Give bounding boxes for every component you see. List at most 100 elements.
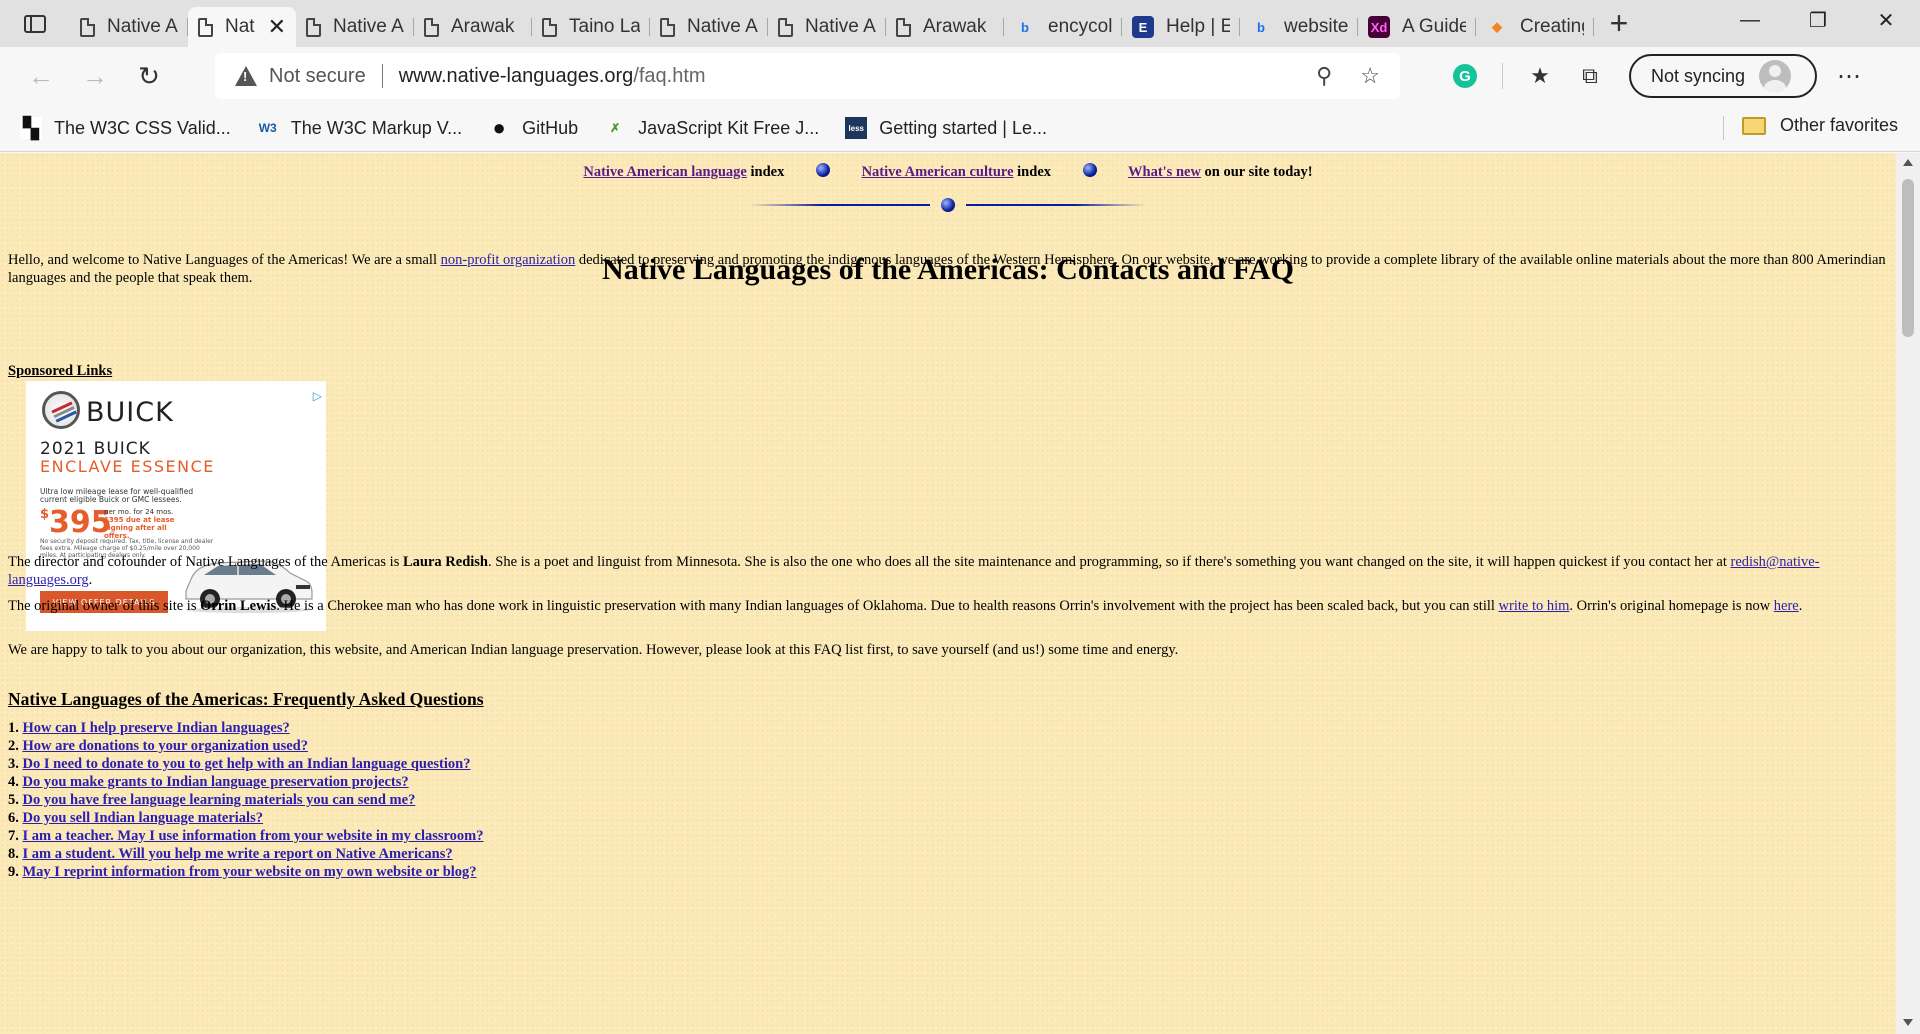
grammarly-extension-button[interactable]: G: [1440, 56, 1490, 96]
faq-item: 5. Do you have free language learning ma…: [8, 791, 484, 809]
adchoices-icon[interactable]: ▷: [313, 389, 322, 403]
document-icon: [424, 17, 439, 37]
owner-text-end: .: [1798, 598, 1803, 614]
security-label[interactable]: Not secure: [269, 65, 366, 88]
faq-number: 1.: [8, 720, 19, 736]
warning-icon[interactable]: [235, 66, 257, 86]
tab-label: Native A: [687, 16, 758, 37]
faq-question-link[interactable]: I am a teacher. May I use information fr…: [23, 828, 484, 844]
culture-index-link[interactable]: Native American culture: [862, 164, 1014, 180]
bing-icon: b: [1257, 19, 1265, 35]
new-tab-button[interactable]: +: [1594, 0, 1644, 47]
bookmark-1[interactable]: W3 The W3C Markup V...: [257, 117, 462, 139]
back-button[interactable]: ←: [14, 56, 68, 96]
add-favorite-icon[interactable]: ☆: [1360, 63, 1380, 89]
tab-10[interactable]: b website: [1240, 7, 1358, 47]
other-favorites-label: Other favorites: [1779, 115, 1898, 135]
tab-12[interactable]: ◆ Creating: [1476, 7, 1594, 47]
address-bar[interactable]: Not secure www.native-languages.org/faq.…: [215, 53, 1400, 99]
ad-price-terms: per mo. for 24 mos. $395 due at lease sig…: [104, 508, 184, 540]
scroll-up-arrow-icon[interactable]: [1903, 159, 1913, 166]
w3c-icon: W3: [258, 121, 277, 135]
blue-bullet-icon: [1082, 163, 1097, 177]
tab-2[interactable]: Native A: [296, 7, 414, 47]
url-host[interactable]: www.native-languages.org: [399, 65, 634, 88]
tab-label: Taino La: [569, 16, 640, 37]
faq-question-link[interactable]: Do you have free language learning mater…: [23, 792, 416, 808]
tab-3[interactable]: Arawak: [414, 7, 532, 47]
faq-question-link[interactable]: Do you make grants to Indian language pr…: [23, 774, 409, 790]
restore-button[interactable]: ❐: [1784, 0, 1852, 40]
ad-model-name: ENCLAVE ESSENCE: [40, 457, 215, 476]
director-name: Laura Redish: [402, 554, 488, 570]
faq-question-link[interactable]: May I reprint information from your webs…: [23, 864, 477, 880]
favorites-button[interactable]: ★: [1515, 56, 1565, 96]
address-separator: [381, 64, 383, 88]
profile-sync-button[interactable]: Not syncing: [1629, 54, 1817, 98]
buick-logo-icon: [42, 391, 80, 429]
other-favorites[interactable]: Other favorites: [1741, 115, 1898, 136]
forward-button[interactable]: →: [68, 56, 122, 96]
flame-icon: ◆: [1492, 19, 1502, 34]
tab-label: website: [1284, 16, 1348, 37]
tab-actions-button[interactable]: [0, 0, 70, 47]
scroll-down-arrow-icon[interactable]: [1903, 1019, 1913, 1026]
tab-8[interactable]: b encycol: [1004, 7, 1122, 47]
tab-7[interactable]: Arawak: [886, 7, 1004, 47]
contact-paragraph: We are happy to talk to you about our or…: [8, 642, 1179, 658]
url-path[interactable]: /faq.htm: [633, 65, 705, 88]
whats-new-link[interactable]: What's new: [1128, 164, 1201, 180]
bookmark-4[interactable]: less Getting started | Le...: [845, 117, 1047, 139]
faq-item: 8. I am a student. Will you help me writ…: [8, 845, 484, 863]
tab-6[interactable]: Native A: [768, 7, 886, 47]
favorites-icon: ★: [1530, 63, 1550, 88]
toolbar-separator: [1502, 63, 1503, 89]
homepage-here-link[interactable]: here: [1774, 598, 1799, 614]
document-icon: [660, 17, 675, 37]
language-index-link[interactable]: Native American language: [583, 164, 747, 180]
director-text: The director and cofounder of Native Lan…: [8, 554, 403, 570]
close-window-button[interactable]: ✕: [1852, 0, 1920, 40]
tab-0[interactable]: Native A: [70, 7, 188, 47]
page-content: Native American language index Native Am…: [0, 153, 1896, 1034]
tab-1[interactable]: Nat ✕: [188, 7, 296, 47]
write-to-him-link[interactable]: write to him: [1499, 598, 1570, 614]
ad-price-value: 395: [49, 505, 112, 540]
faq-question-link[interactable]: I am a student. Will you help me write a…: [23, 846, 453, 862]
w3c-css-icon: ▚: [20, 117, 42, 140]
bookmark-0[interactable]: ▚ The W3C CSS Valid...: [20, 117, 231, 140]
faq-number: 2.: [8, 738, 19, 754]
blue-bullet-icon: [941, 198, 955, 212]
tab-4[interactable]: Taino La: [532, 7, 650, 47]
tab-strip: Native A Nat ✕ Native A Arawak Taino La Native…: [0, 0, 1920, 47]
faq-item: 2. How are donations to your organizatio…: [8, 737, 484, 755]
tab-5[interactable]: Native A: [650, 7, 768, 47]
faq-question-link[interactable]: Do you sell Indian language materials?: [23, 810, 263, 826]
document-icon: [896, 17, 911, 37]
avatar: [1759, 60, 1792, 92]
page-scrollbar[interactable]: [1896, 153, 1920, 1034]
document-icon: [80, 17, 95, 37]
tab-label: Native A: [333, 16, 404, 37]
faq-number: 4.: [8, 774, 19, 790]
close-tab-icon[interactable]: ✕: [268, 14, 286, 40]
collections-button[interactable]: ⧉: [1565, 56, 1615, 96]
tab-label: A Guide: [1402, 16, 1466, 37]
zoom-icon[interactable]: ⚲: [1316, 63, 1332, 89]
github-icon: ●: [492, 115, 506, 140]
faq-question-link[interactable]: Do I need to donate to you to get help w…: [23, 756, 471, 772]
faq-question-link[interactable]: How are donations to your organization u…: [23, 738, 308, 754]
tab-9[interactable]: E Help | E: [1122, 7, 1240, 47]
refresh-button[interactable]: ↻: [122, 56, 176, 96]
ad-price-due: $395 due at lease signing after all offe…: [104, 516, 175, 540]
minimize-button[interactable]: —: [1716, 0, 1784, 40]
bookmark-2[interactable]: ● GitHub: [488, 115, 578, 140]
bookmark-3[interactable]: ✗ JavaScript Kit Free J...: [604, 117, 819, 139]
non-profit-link[interactable]: non-profit organization: [441, 252, 576, 268]
scroll-thumb[interactable]: [1902, 179, 1914, 337]
buick-ad[interactable]: ▷ BUICK 2021 BUICK ENCLAVE ESSENCE Ultra…: [26, 381, 326, 631]
faq-question-link[interactable]: How can I help preserve Indian languages…: [23, 720, 290, 736]
more-menu-button[interactable]: ⋯: [1837, 62, 1862, 91]
faq-number: 3.: [8, 756, 19, 772]
tab-11[interactable]: Xd A Guide: [1358, 7, 1476, 47]
